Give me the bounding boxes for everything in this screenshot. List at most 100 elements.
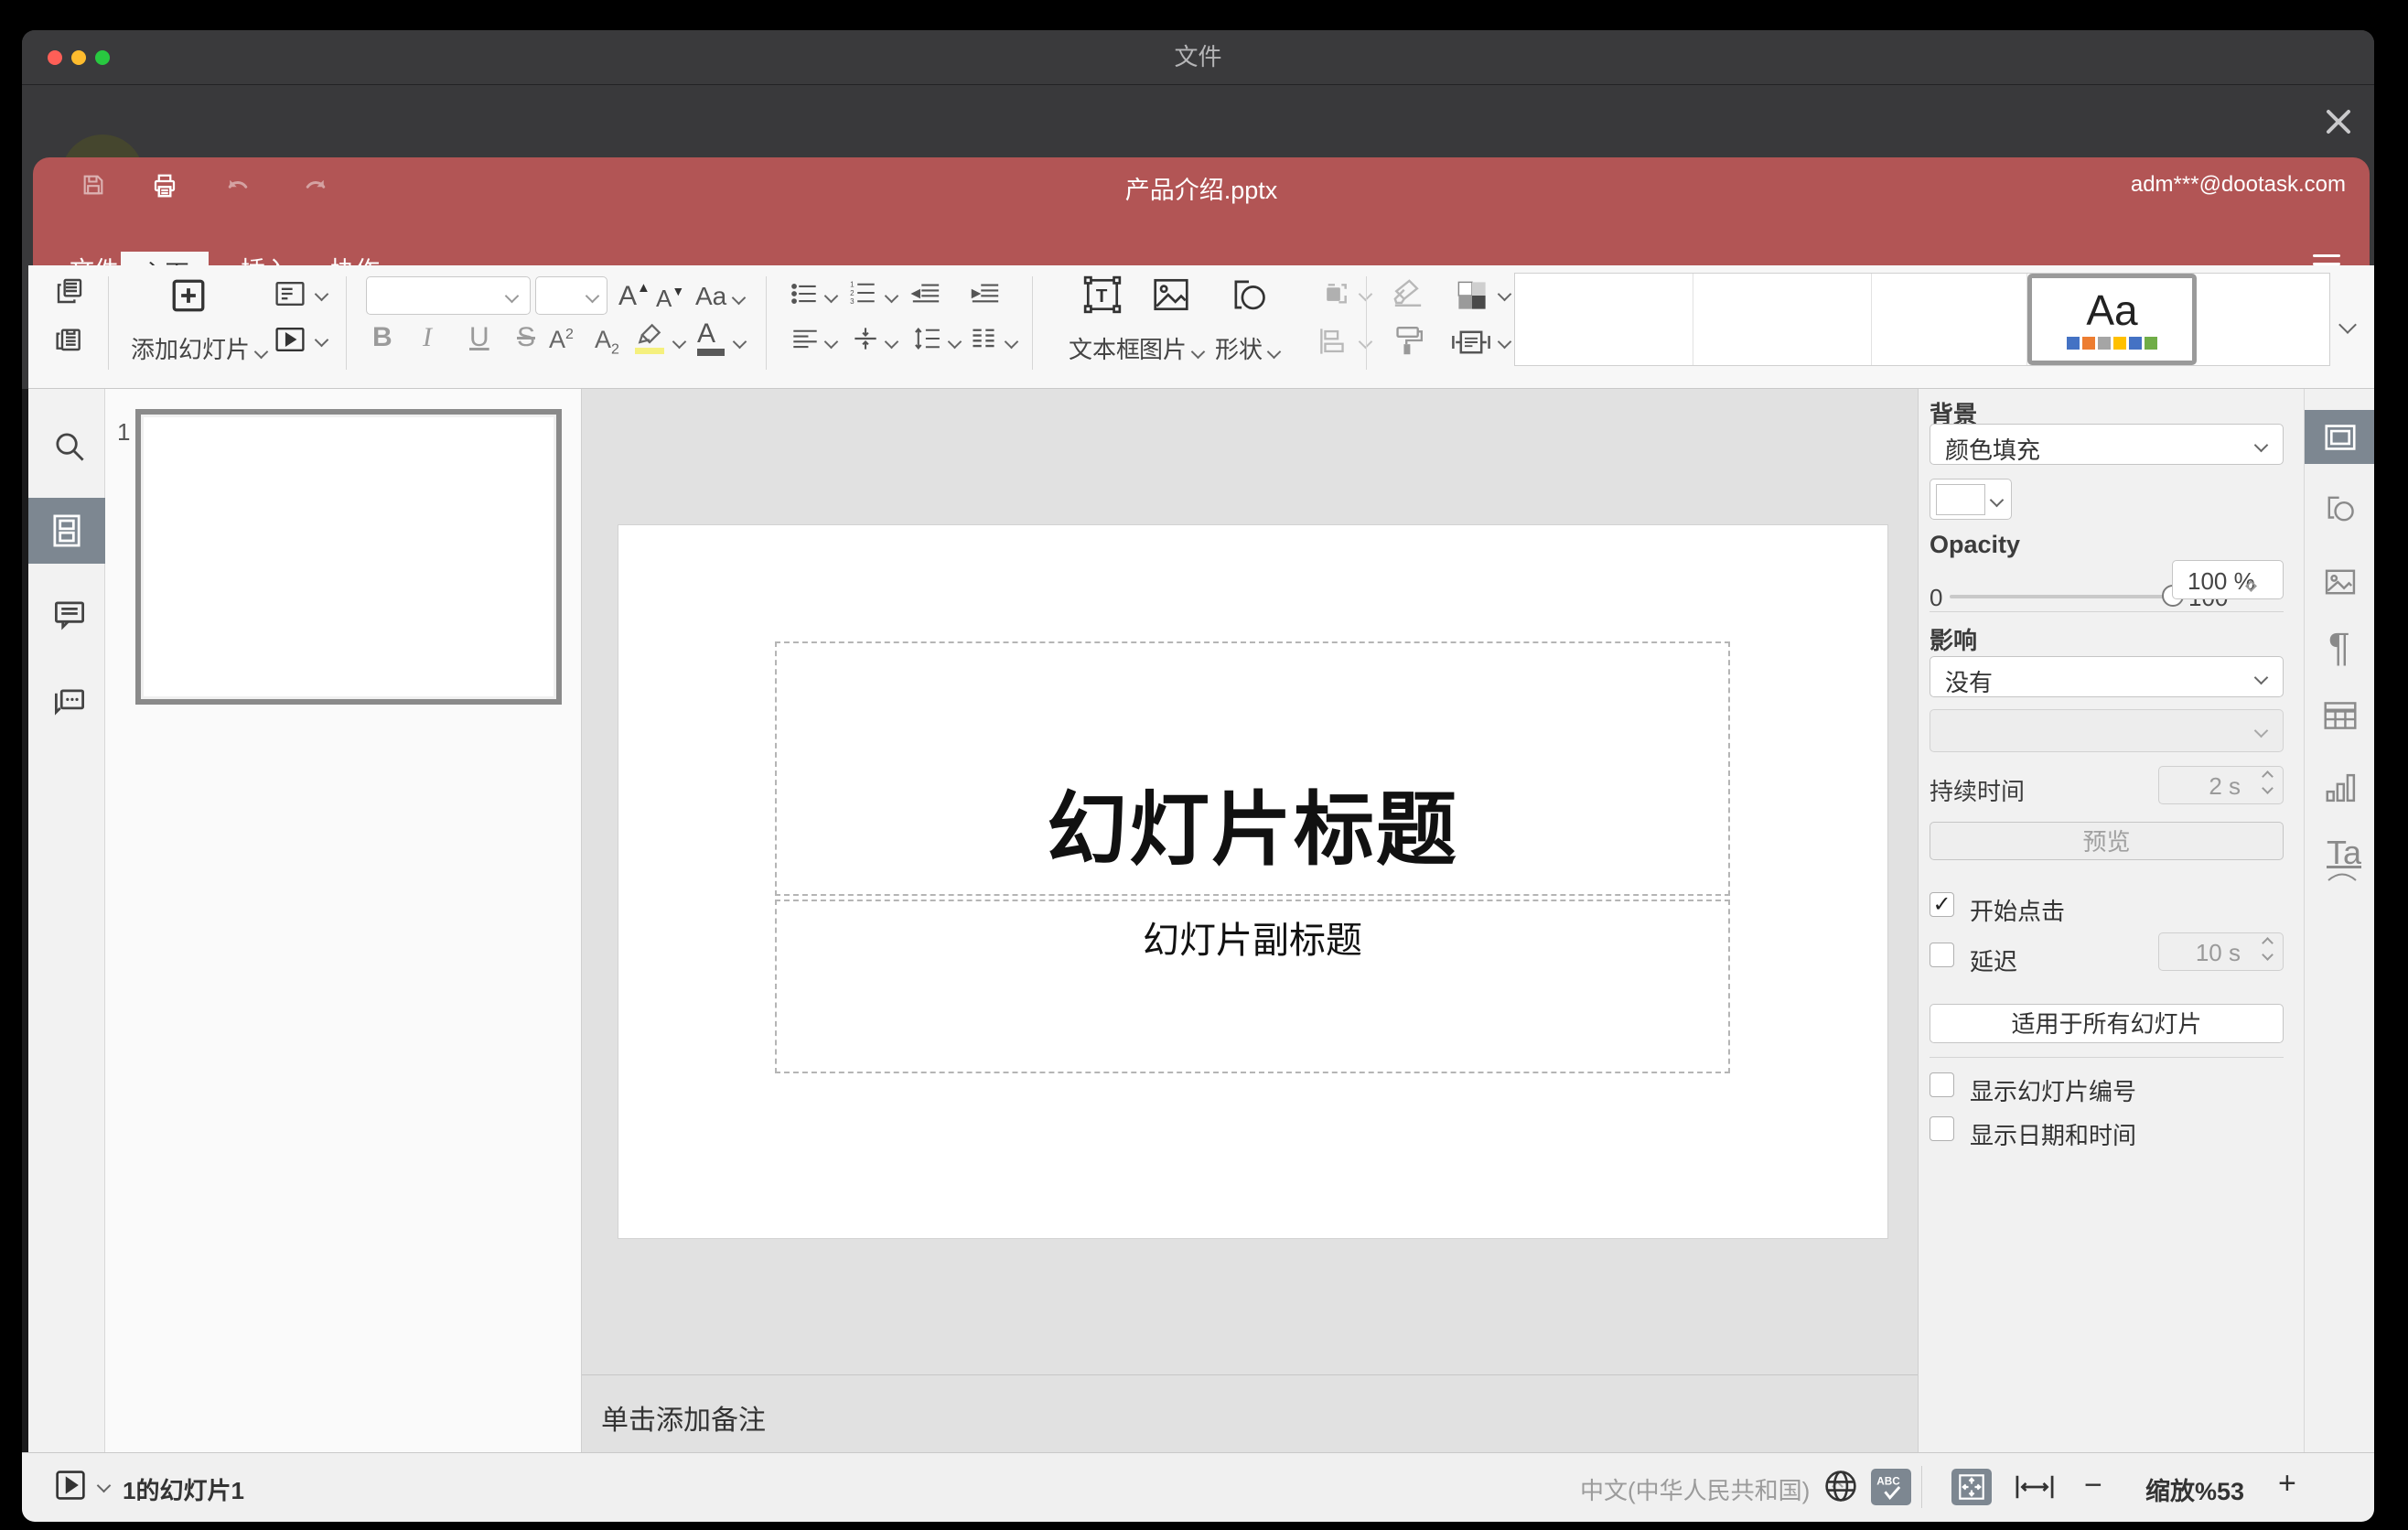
font-name-combo[interactable] <box>366 276 531 315</box>
strikethrough-button[interactable]: S <box>517 322 535 353</box>
language-selector[interactable]: 中文(中华人民共和国) <box>1580 1472 1810 1506</box>
bold-button[interactable]: B <box>372 322 392 353</box>
chart-settings-icon[interactable] <box>2325 771 2358 804</box>
slide-settings-icon[interactable] <box>2305 410 2374 464</box>
delay-checkbox[interactable]: ✓ <box>1930 943 1954 967</box>
select-colors-icon[interactable] <box>1455 278 1489 313</box>
vertical-align-chevron-icon[interactable] <box>884 334 899 350</box>
background-fill-select[interactable]: 颜色填充 <box>1930 424 2284 465</box>
theme-thumbnail[interactable] <box>1693 274 1872 365</box>
slide-canvas[interactable]: 幻灯片标题 幻灯片副标题 <box>618 524 1888 1239</box>
clear-style-icon[interactable] <box>1391 278 1425 309</box>
increase-font-icon[interactable]: A▲ <box>618 280 650 312</box>
image-settings-icon[interactable] <box>2323 565 2358 599</box>
insert-image-button[interactable]: 图片 <box>1139 331 1206 365</box>
left-sidebar <box>28 389 105 1452</box>
insert-image-icon[interactable] <box>1151 275 1191 315</box>
decrease-indent-icon[interactable] <box>910 282 941 306</box>
font-color-chevron-icon[interactable] <box>732 334 747 350</box>
sidebar-item-slides[interactable] <box>28 498 105 564</box>
opacity-slider-track[interactable] <box>1950 595 2180 598</box>
apply-to-all-slides-button[interactable]: 适用于所有幻灯片 <box>1930 1004 2284 1043</box>
theme-thumbnail[interactable] <box>2197 274 2327 365</box>
highlight-color-icon[interactable] <box>635 320 664 354</box>
slide-thumbnail[interactable] <box>135 409 562 705</box>
columns-icon[interactable] <box>970 326 997 351</box>
textart-settings-icon[interactable]: Ta <box>2327 834 2361 881</box>
insert-shape-icon[interactable] <box>1229 275 1269 315</box>
theme-gallery-expand-icon[interactable] <box>2338 316 2357 334</box>
horizontal-align-chevron-icon[interactable] <box>823 334 839 350</box>
slide-layout-chevron-icon[interactable] <box>314 286 329 302</box>
select-colors-chevron-icon[interactable] <box>1497 286 1512 302</box>
slideshow-chevron-icon[interactable] <box>314 332 329 348</box>
decrease-font-icon[interactable]: A▼ <box>656 284 684 313</box>
slide-subtitle-text: 幻灯片副标题 <box>1143 921 1362 961</box>
theme-gallery[interactable]: Aa <box>1514 273 2330 366</box>
fill-color-picker[interactable] <box>1930 479 2012 520</box>
notes-placeholder[interactable]: 单击添加备注 <box>601 1397 766 1438</box>
arrange-icon[interactable] <box>1317 278 1352 313</box>
spellcheck-toggle[interactable]: ABC <box>1871 1469 1911 1505</box>
shape-settings-icon[interactable] <box>2323 491 2358 526</box>
add-slide-icon[interactable] <box>169 276 208 315</box>
copy-icon[interactable] <box>55 276 84 306</box>
numbered-list-icon[interactable]: 123 <box>849 280 876 306</box>
close-dialog-icon[interactable] <box>2320 103 2357 140</box>
table-settings-icon[interactable] <box>2323 700 2358 731</box>
zoom-in-button[interactable]: + <box>2278 1468 2296 1499</box>
subscript-button[interactable]: A2 <box>595 326 619 358</box>
opacity-value-spinbox[interactable]: 100 % <box>2172 560 2284 599</box>
start-on-click-checkbox[interactable]: ✓ <box>1930 892 1954 917</box>
bullet-list-chevron-icon[interactable] <box>823 288 839 304</box>
effect-label: 影响 <box>1930 627 1978 654</box>
textbox-icon[interactable]: T <box>1082 275 1123 315</box>
line-spacing-icon[interactable] <box>913 326 941 351</box>
fit-to-slide-toggle[interactable] <box>1951 1469 1992 1505</box>
add-slide-button[interactable]: 添加幻灯片 <box>131 331 269 365</box>
sidebar-item-chat[interactable] <box>52 685 87 720</box>
zoom-out-button[interactable]: − <box>2084 1470 2102 1501</box>
search-icon[interactable] <box>52 429 87 464</box>
bullet-list-icon[interactable] <box>790 282 818 306</box>
columns-chevron-icon[interactable] <box>1004 334 1019 350</box>
superscript-button[interactable]: A2 <box>549 326 574 354</box>
font-size-combo[interactable] <box>535 276 607 315</box>
document-language-icon[interactable] <box>1822 1468 1859 1504</box>
change-case-button[interactable]: Aa <box>695 282 747 311</box>
start-slideshow-icon[interactable] <box>274 326 306 353</box>
increase-indent-icon[interactable] <box>970 282 1001 306</box>
line-spacing-chevron-icon[interactable] <box>947 334 962 350</box>
font-color-icon[interactable]: A <box>697 320 725 356</box>
theme-thumbnail-selected[interactable]: Aa <box>2027 274 2197 365</box>
notes-area[interactable]: 单击添加备注 <box>582 1374 1918 1452</box>
slide-layout-icon[interactable] <box>274 280 306 307</box>
show-date-time-checkbox[interactable]: ✓ <box>1930 1116 1954 1141</box>
theme-thumbnail[interactable] <box>1872 274 2027 365</box>
theme-thumbnail[interactable] <box>1515 274 1693 365</box>
align-shapes-icon[interactable] <box>1317 328 1350 355</box>
slideshow-status-chevron-icon[interactable] <box>96 1478 112 1493</box>
sidebar-item-comments[interactable] <box>52 598 87 632</box>
fit-to-width-button[interactable] <box>2015 1473 2055 1501</box>
effect-select[interactable]: 没有 <box>1930 656 2284 697</box>
copy-style-icon[interactable] <box>1393 324 1424 357</box>
divider <box>346 276 347 370</box>
insert-shape-button[interactable]: 形状 <box>1215 331 1282 365</box>
textbox-button[interactable]: 文本框 <box>1069 331 1140 365</box>
vertical-align-icon[interactable] <box>853 326 878 351</box>
title-placeholder[interactable]: 幻灯片标题 <box>775 641 1730 896</box>
horizontal-align-icon[interactable] <box>791 328 819 351</box>
numbered-list-chevron-icon[interactable] <box>884 288 899 304</box>
slide-size-chevron-icon[interactable] <box>1497 334 1512 350</box>
status-bar: 1的幻灯片1 中文(中华人民共和国) ABC − 缩放%53 + <box>22 1452 2374 1522</box>
highlight-chevron-icon[interactable] <box>672 334 687 350</box>
paste-icon[interactable] <box>55 324 84 353</box>
paragraph-settings-icon[interactable]: ¶ <box>2328 625 2350 671</box>
start-slideshow-status-icon[interactable] <box>55 1470 86 1501</box>
underline-button[interactable]: U <box>469 322 489 353</box>
italic-button[interactable]: I <box>423 322 432 353</box>
slide-size-icon[interactable] <box>1452 328 1490 357</box>
show-slide-number-checkbox[interactable]: ✓ <box>1930 1072 1954 1097</box>
subtitle-placeholder[interactable]: 幻灯片副标题 <box>775 900 1730 1073</box>
